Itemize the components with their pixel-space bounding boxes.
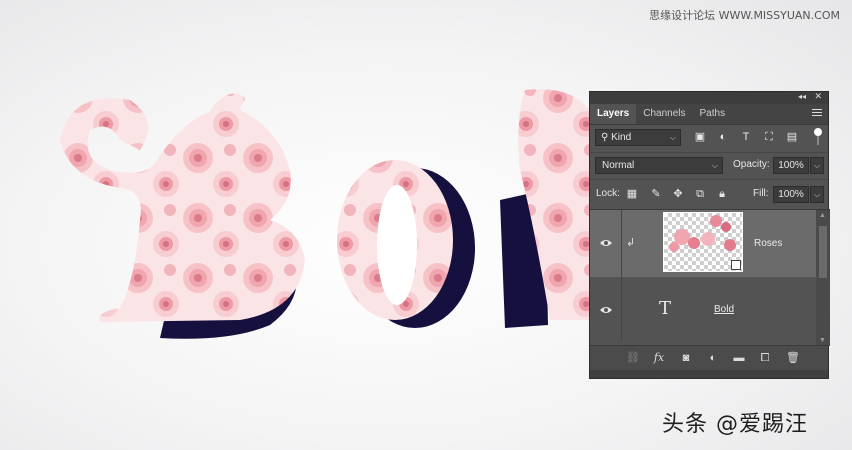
scroll-up-icon[interactable]: ▲ [819, 212, 826, 219]
opacity-label: Opacity: [733, 159, 770, 170]
blend-mode-select[interactable]: Normal ⌵ [595, 157, 723, 174]
layer-row-roses[interactable]: ↲ Roses [590, 210, 816, 277]
letter-o-hole [377, 185, 417, 305]
visibility-eye-icon[interactable] [599, 305, 613, 315]
fill-input[interactable]: 100% [773, 186, 809, 203]
panel-menu-icon[interactable] [812, 109, 822, 118]
tab-paths[interactable]: Paths [693, 104, 733, 124]
fx-layer-style-icon[interactable]: fx [652, 351, 666, 365]
filter-row: ⚲ Kind ⌵ ▣ ◐ T ⛶ ▤ [590, 125, 828, 150]
type-layer-icon: T [659, 298, 672, 319]
canvas-artwork [60, 89, 590, 339]
layer-row-bold[interactable]: T Bold [590, 278, 816, 342]
lock-artboard-icon[interactable]: ⧉ [694, 188, 706, 200]
clipping-mask-arrow-icon: ↲ [626, 237, 636, 249]
layer-name-bold[interactable]: Bold [714, 304, 734, 315]
fill-dropdown-icon[interactable]: ⌵ [810, 186, 824, 203]
chevron-down-icon: ⌵ [669, 133, 676, 142]
delete-layer-trash-icon[interactable]: 🗑︎ [786, 351, 800, 365]
shape-layer-filter-icon[interactable]: ⛶ [763, 131, 775, 143]
adjustment-layer-filter-icon[interactable]: ◐ [717, 131, 729, 143]
visibility-eye-icon[interactable] [599, 238, 613, 248]
layers-bottom-toolbar: ⛓ fx ◙ ◐ ▬ ⧠ 🗑︎ [590, 345, 828, 370]
opacity-input[interactable]: 100% [773, 157, 809, 174]
filter-toggle[interactable] [814, 128, 822, 146]
type-layer-filter-icon[interactable]: T [740, 131, 752, 143]
smart-object-badge-icon [731, 260, 741, 270]
close-panel-icon[interactable]: ✕ [814, 91, 822, 102]
panel-title-bar[interactable]: ◂◂ ✕ [590, 91, 828, 104]
new-layer-icon[interactable]: ⧠ [758, 351, 772, 365]
fill-label: Fill: [753, 188, 769, 199]
panel-resize-strip[interactable] [590, 370, 828, 378]
watermark-top: 思缘设计论坛 WWW.MISSYUAN.COM [649, 9, 840, 22]
adjustment-layer-icon[interactable]: ◐ [706, 351, 720, 365]
filter-kind-label: Kind [611, 132, 632, 143]
watermark-bottom: 头条 @爱踢汪 [662, 412, 808, 437]
lock-transparency-icon[interactable]: ▦ [626, 188, 638, 200]
opacity-dropdown-icon[interactable]: ⌵ [810, 157, 824, 174]
add-mask-icon[interactable]: ◙ [679, 351, 693, 365]
tab-channels[interactable]: Channels [636, 104, 692, 124]
smart-object-filter-icon[interactable]: ▤ [786, 131, 798, 143]
layer-list-scrollbar[interactable]: ▲ ▼ [816, 210, 830, 346]
lock-position-icon[interactable]: ✥ [672, 188, 684, 200]
scrollbar-thumb[interactable] [819, 226, 827, 278]
layer-thumbnail-roses[interactable] [663, 212, 743, 272]
layers-panel: ◂◂ ✕ Layers Channels Paths ⚲ Kind ⌵ ▣ ◐ … [589, 91, 830, 379]
scroll-down-icon[interactable]: ▼ [819, 337, 826, 344]
collapse-panel-icon[interactable]: ◂◂ [798, 92, 806, 101]
lock-row: Lock: ▦ ✎ ✥ ⧉ 🔒︎ Fill: 100% ⌵ [590, 179, 828, 208]
panel-tabs: Layers Channels Paths [590, 104, 828, 125]
filter-kind-select[interactable]: ⚲ Kind ⌵ [595, 129, 681, 146]
tab-layers[interactable]: Layers [590, 104, 637, 124]
link-layers-icon[interactable]: ⛓ [626, 351, 640, 365]
lock-all-icon[interactable]: 🔒︎ [716, 188, 728, 200]
new-group-folder-icon[interactable]: ▬ [732, 351, 746, 365]
lock-image-pixels-icon[interactable]: ✎ [650, 188, 662, 200]
pixel-layer-filter-icon[interactable]: ▣ [694, 131, 706, 143]
layer-name-roses[interactable]: Roses [754, 238, 782, 249]
letter-b [60, 98, 305, 322]
layer-list: ↲ Roses T Bold ▲ ▼ [590, 209, 830, 346]
lock-label: Lock: [596, 188, 620, 199]
chevron-down-icon: ⌵ [711, 161, 718, 170]
blend-row: Normal ⌵ Opacity: 100% ⌵ [590, 152, 828, 178]
search-icon: ⚲ [601, 132, 612, 143]
blend-mode-value: Normal [602, 160, 635, 171]
